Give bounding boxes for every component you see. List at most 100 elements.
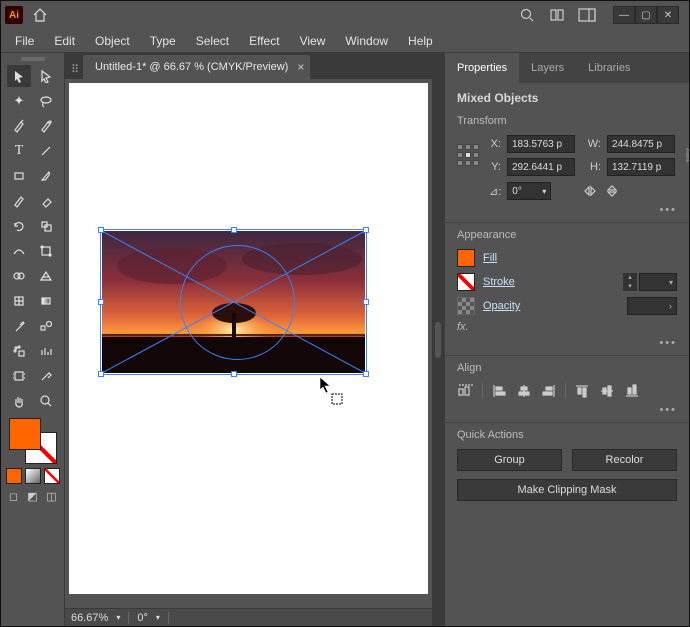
flip-horizontal-icon[interactable] bbox=[581, 182, 599, 200]
rotation-dropdown-icon[interactable]: ▾ bbox=[156, 613, 160, 622]
align-left-icon[interactable] bbox=[490, 382, 508, 400]
group-button[interactable]: Group bbox=[457, 449, 562, 471]
stroke-weight-stepper[interactable]: ▴▾ bbox=[623, 273, 637, 291]
menu-object[interactable]: Object bbox=[85, 30, 140, 52]
line-tool[interactable] bbox=[34, 140, 58, 162]
recolor-button[interactable]: Recolor bbox=[572, 449, 677, 471]
stroke-link[interactable]: Stroke bbox=[483, 276, 515, 288]
artboard[interactable] bbox=[69, 83, 428, 594]
tab-layers[interactable]: Layers bbox=[519, 53, 576, 83]
align-hcenter-icon[interactable] bbox=[515, 382, 533, 400]
draw-inside-icon[interactable]: ◫ bbox=[44, 488, 60, 504]
tab-drag-handle[interactable]: ⠿ bbox=[71, 59, 79, 79]
free-transform-tool[interactable] bbox=[34, 240, 58, 262]
type-tool[interactable]: T bbox=[7, 140, 31, 162]
menu-type[interactable]: Type bbox=[140, 30, 186, 52]
gradient-mode-button[interactable] bbox=[25, 468, 41, 484]
menu-view[interactable]: View bbox=[290, 30, 336, 52]
menu-help[interactable]: Help bbox=[398, 30, 443, 52]
paintbrush-tool[interactable] bbox=[34, 165, 58, 187]
color-mode-button[interactable] bbox=[6, 468, 22, 484]
close-button[interactable]: ✕ bbox=[657, 6, 679, 24]
link-wh-icon[interactable]: ⛓ bbox=[683, 147, 689, 164]
minimize-button[interactable]: — bbox=[613, 6, 635, 24]
menu-effect[interactable]: Effect bbox=[239, 30, 289, 52]
angle-select[interactable]: 0°▾ bbox=[507, 182, 551, 200]
slice-tool[interactable] bbox=[34, 365, 58, 387]
close-tab-icon[interactable]: × bbox=[297, 60, 304, 74]
home-icon[interactable] bbox=[29, 4, 51, 26]
rectangle-tool[interactable] bbox=[7, 165, 31, 187]
hand-tool[interactable] bbox=[7, 390, 31, 412]
menu-window[interactable]: Window bbox=[335, 30, 398, 52]
eyedropper-tool[interactable] bbox=[7, 315, 31, 337]
none-mode-button[interactable] bbox=[44, 468, 60, 484]
stroke-swatch-icon[interactable] bbox=[457, 273, 475, 291]
selection-tool[interactable] bbox=[7, 65, 31, 87]
arrange-icon[interactable] bbox=[547, 5, 567, 25]
align-head: Align bbox=[457, 362, 677, 374]
more-options-icon[interactable]: ••• bbox=[457, 204, 677, 216]
align-to-icon[interactable] bbox=[457, 382, 475, 400]
tab-libraries[interactable]: Libraries bbox=[576, 53, 642, 83]
shaper-tool[interactable] bbox=[7, 190, 31, 212]
fx-label[interactable]: fx. bbox=[457, 321, 677, 333]
menu-file[interactable]: File bbox=[5, 30, 44, 52]
canvas-viewport[interactable] bbox=[65, 79, 432, 608]
width-tool[interactable] bbox=[7, 240, 31, 262]
collapsed-panel-rail[interactable] bbox=[432, 53, 444, 626]
draw-behind-icon[interactable]: ◩ bbox=[25, 488, 41, 504]
tab-properties[interactable]: Properties bbox=[445, 53, 519, 83]
zoom-level[interactable]: 66.67% bbox=[71, 612, 108, 624]
blend-tool[interactable] bbox=[34, 315, 58, 337]
align-bottom-icon[interactable] bbox=[623, 382, 641, 400]
menu-edit[interactable]: Edit bbox=[44, 30, 85, 52]
symbol-sprayer-tool[interactable] bbox=[7, 340, 31, 362]
x-input[interactable] bbox=[507, 135, 575, 153]
rotation-value[interactable]: 0° bbox=[137, 612, 148, 624]
clipping-mask-button[interactable]: Make Clipping Mask bbox=[457, 479, 677, 501]
workspace-icon[interactable] bbox=[577, 5, 597, 25]
draw-normal-icon[interactable]: ◻ bbox=[6, 488, 22, 504]
pen-tool[interactable] bbox=[7, 115, 31, 137]
stroke-weight-select[interactable]: ▾ bbox=[639, 273, 677, 291]
fill-link[interactable]: Fill bbox=[483, 252, 497, 264]
direct-selection-tool[interactable] bbox=[34, 65, 58, 87]
align-top-icon[interactable] bbox=[573, 382, 591, 400]
more-options-icon[interactable]: ••• bbox=[457, 337, 677, 349]
h-input[interactable] bbox=[607, 158, 675, 176]
w-input[interactable] bbox=[607, 135, 675, 153]
lasso-tool[interactable] bbox=[34, 90, 58, 112]
opacity-swatch-icon[interactable] bbox=[457, 297, 475, 315]
fill-swatch-icon[interactable] bbox=[457, 249, 475, 267]
zoom-dropdown-icon[interactable]: ▾ bbox=[116, 613, 120, 622]
maximize-button[interactable]: ▢ bbox=[635, 6, 657, 24]
artboard-tool[interactable] bbox=[7, 365, 31, 387]
eraser-tool[interactable] bbox=[34, 190, 58, 212]
scale-tool[interactable] bbox=[34, 215, 58, 237]
reference-point-selector[interactable] bbox=[457, 144, 481, 168]
search-icon[interactable] bbox=[517, 5, 537, 25]
more-options-icon[interactable]: ••• bbox=[457, 404, 677, 416]
opacity-link[interactable]: Opacity bbox=[483, 300, 520, 312]
selected-objects[interactable] bbox=[102, 231, 365, 373]
curvature-tool[interactable] bbox=[34, 115, 58, 137]
zoom-tool[interactable] bbox=[34, 390, 58, 412]
fill-stroke-swatch[interactable] bbox=[7, 418, 59, 464]
align-vcenter-icon[interactable] bbox=[598, 382, 616, 400]
magic-wand-tool[interactable]: ✦ bbox=[7, 90, 31, 112]
shape-builder-tool[interactable] bbox=[7, 265, 31, 287]
perspective-tool[interactable] bbox=[34, 265, 58, 287]
panel-drag-handle[interactable] bbox=[21, 57, 45, 61]
document-tab[interactable]: Untitled-1* @ 66.67 % (CMYK/Preview) × bbox=[83, 55, 310, 79]
y-input[interactable] bbox=[507, 158, 575, 176]
menu-select[interactable]: Select bbox=[186, 30, 239, 52]
mesh-tool[interactable] bbox=[7, 290, 31, 312]
align-right-icon[interactable] bbox=[540, 382, 558, 400]
gradient-tool[interactable] bbox=[34, 290, 58, 312]
graph-tool[interactable] bbox=[34, 340, 58, 362]
opacity-popup[interactable]: › bbox=[627, 297, 677, 315]
rotate-tool[interactable] bbox=[7, 215, 31, 237]
flip-vertical-icon[interactable] bbox=[603, 182, 621, 200]
fill-swatch[interactable] bbox=[9, 418, 41, 450]
